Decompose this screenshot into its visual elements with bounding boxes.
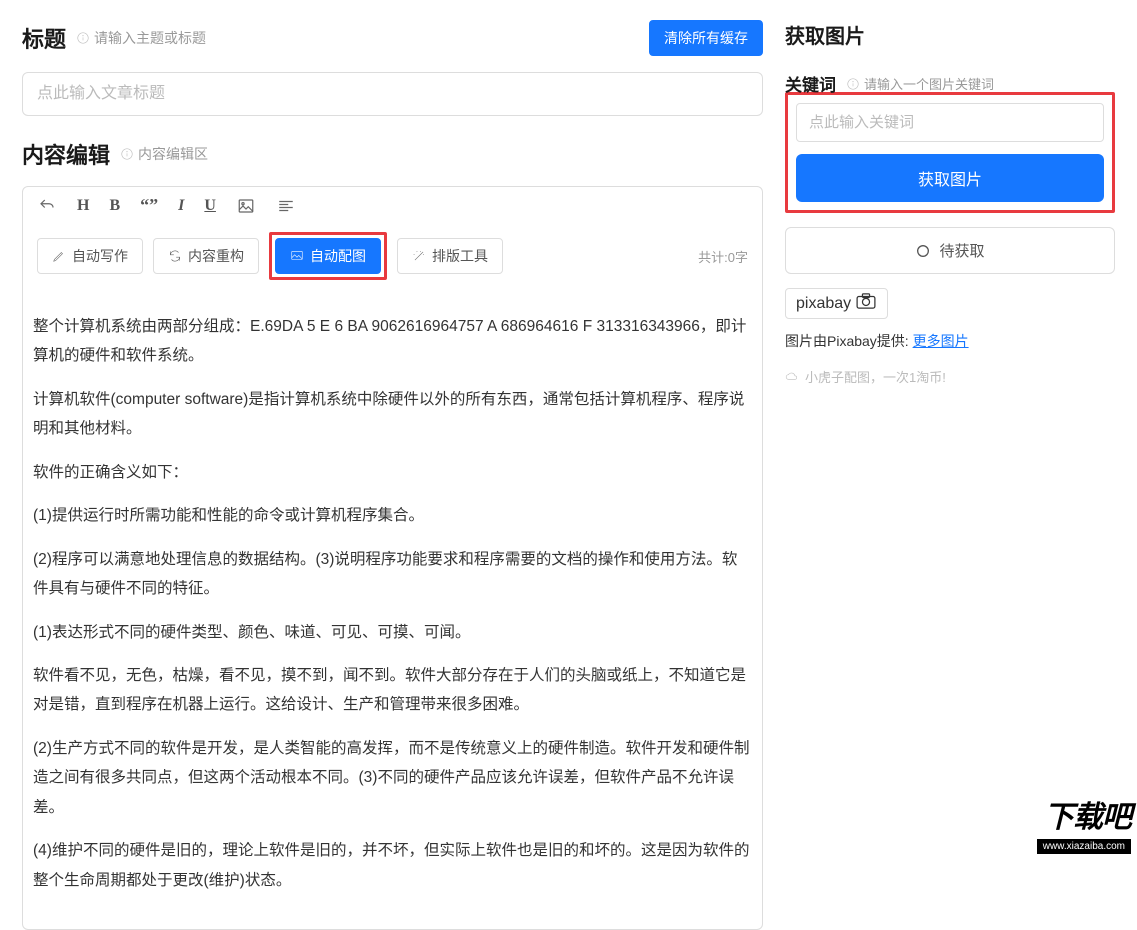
keyword-highlight: 获取图片 <box>785 92 1115 213</box>
status-box: 待获取 <box>785 227 1115 274</box>
paragraph: (1)提供运行时所需功能和性能的命令或计算机程序集合。 <box>33 501 752 530</box>
auto-write-button[interactable]: 自动写作 <box>37 238 143 274</box>
align-left-icon[interactable] <box>276 196 296 216</box>
cloud-icon <box>785 370 799 384</box>
heading-icon[interactable]: H <box>77 197 89 215</box>
title-hint: 请输入主题或标题 <box>76 28 206 48</box>
wand-icon <box>412 249 426 263</box>
watermark-url: www.xiazaiba.com <box>1037 839 1131 854</box>
editor-box: H B “” I U 自动写作 内容重构 <box>22 186 763 930</box>
keyword-hint: 请输入一个图片关键词 <box>846 74 994 93</box>
keyword-input[interactable] <box>796 103 1104 142</box>
word-count: 共计:0字 <box>698 247 748 266</box>
underline-icon[interactable]: U <box>204 197 216 215</box>
paragraph: (1)表达形式不同的硬件类型、颜色、味道、可见、可摸、可闻。 <box>33 618 752 647</box>
paragraph: (2)生产方式不同的软件是开发，是人类智能的高发挥，而不是传统意义上的硬件制造。… <box>33 734 752 822</box>
refresh-icon <box>168 249 182 263</box>
image-plus-icon <box>290 249 304 263</box>
content-label: 内容编辑 <box>22 138 110 170</box>
keyword-label: 关键词 <box>785 71 836 96</box>
paragraph: 计算机软件(computer software)是指计算机系统中除硬件以外的所有… <box>33 385 752 444</box>
quote-icon[interactable]: “” <box>140 195 158 216</box>
format-toolbar: H B “” I U <box>23 187 762 224</box>
info-icon <box>120 147 134 161</box>
title-header: 标题 请输入主题或标题 清除所有缓存 <box>22 20 763 56</box>
info-icon <box>76 31 90 45</box>
footer-hint: 小虎子配图，一次1淘币! <box>785 367 1115 386</box>
left-panel: 标题 请输入主题或标题 清除所有缓存 内容编辑 内容编辑区 H B “ <box>22 20 763 860</box>
italic-icon[interactable]: I <box>178 197 184 215</box>
clear-cache-button[interactable]: 清除所有缓存 <box>649 20 763 56</box>
title-label: 标题 <box>22 22 66 54</box>
layout-tool-button[interactable]: 排版工具 <box>397 238 503 274</box>
camera-icon <box>855 293 877 314</box>
paragraph: 整个计算机系统由两部分组成：E.69DA 5 E 6 BA 9062616964… <box>33 312 752 371</box>
content-hint: 内容编辑区 <box>120 144 208 164</box>
credit-line: 图片由Pixabay提供: 更多图片 <box>785 331 1115 351</box>
watermark-logo: 下载吧 <box>1037 792 1131 836</box>
auto-image-button[interactable]: 自动配图 <box>275 238 381 274</box>
right-panel: 获取图片 关键词 请输入一个图片关键词 获取图片 待获取 pixabay <box>785 20 1115 860</box>
paragraph: (4)维护不同的硬件是旧的，理论上软件是旧的，并不坏，但实际上软件也是旧的和坏的… <box>33 836 752 895</box>
editor-content[interactable]: 整个计算机系统由两部分组成：E.69DA 5 E 6 BA 9062616964… <box>23 294 762 929</box>
action-toolbar: 自动写作 内容重构 自动配图 排版工具 共计:0字 <box>23 224 762 294</box>
paragraph: 软件看不见，无色，枯燥，看不见，摸不到，闻不到。软件大部分存在于人们的头脑或纸上… <box>33 661 752 720</box>
fetch-image-button[interactable]: 获取图片 <box>796 154 1104 202</box>
info-icon <box>846 77 860 91</box>
watermark: 下载吧 www.xiazaiba.com <box>1037 792 1131 854</box>
paragraph: 软件的正确含义如下： <box>33 458 752 487</box>
content-header: 内容编辑 内容编辑区 <box>22 138 763 170</box>
image-panel-title: 获取图片 <box>785 20 1115 49</box>
content-restructure-button[interactable]: 内容重构 <box>153 238 259 274</box>
bold-icon[interactable]: B <box>109 197 120 215</box>
paragraph: (2)程序可以满意地处理信息的数据结构。(3)说明程序功能要求和程序需要的文档的… <box>33 545 752 604</box>
pencil-icon <box>52 249 66 263</box>
more-images-link[interactable]: 更多图片 <box>913 333 969 349</box>
status-text: 待获取 <box>939 240 984 261</box>
circle-icon <box>915 243 931 259</box>
undo-icon[interactable] <box>37 196 57 216</box>
auto-image-highlight: 自动配图 <box>269 232 387 280</box>
title-input[interactable] <box>22 72 763 116</box>
pixabay-badge: pixabay <box>785 288 888 319</box>
image-icon[interactable] <box>236 196 256 216</box>
